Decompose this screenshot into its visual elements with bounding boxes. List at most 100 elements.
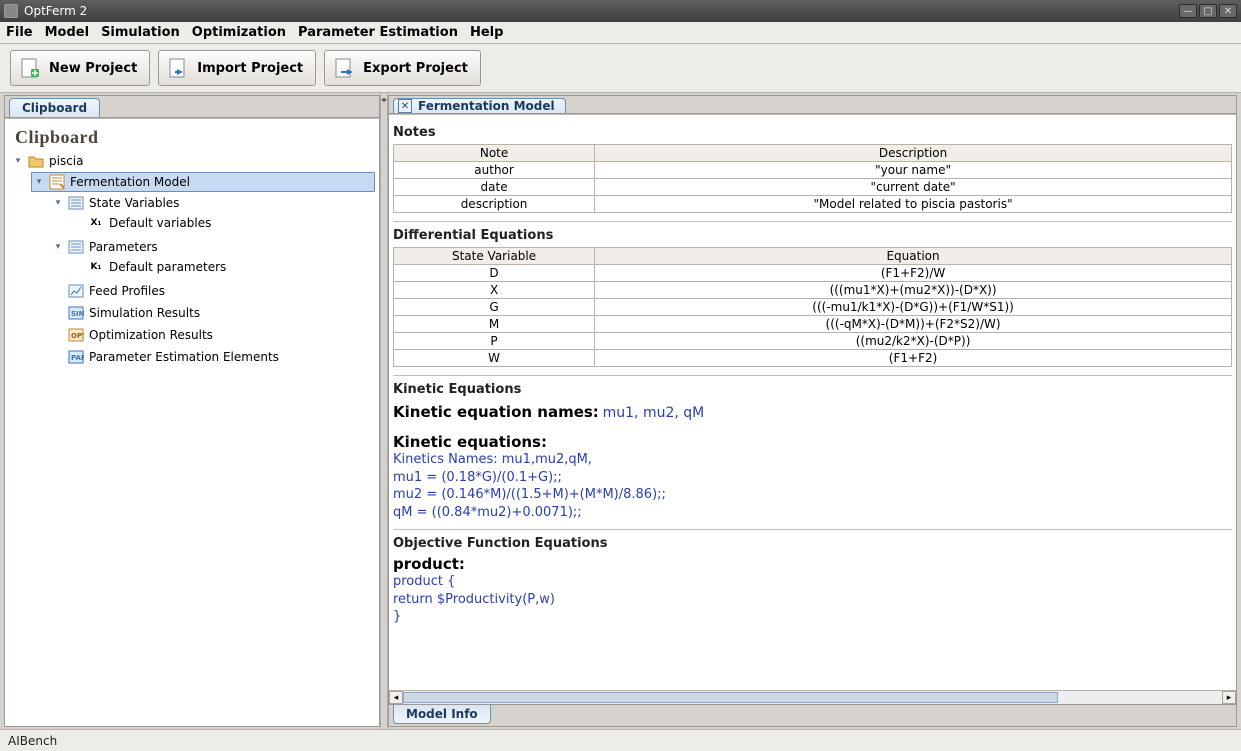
tree-fermentation-model-label: Fermentation Model — [70, 175, 190, 189]
table-row[interactable]: G(((-mu1/k1*X)-(D*G))+(F1/W*S1)) — [394, 299, 1232, 316]
table-row[interactable]: P((mu2/k2*X)-(D*P)) — [394, 333, 1232, 350]
model-icon — [48, 174, 66, 190]
objective-line-0: product { — [393, 573, 1232, 591]
section-kinetic: Kinetic Equations Kinetic equation names… — [393, 375, 1232, 529]
objective-line-2: } — [393, 608, 1232, 626]
section-diff-eq-title: Differential Equations — [393, 226, 1232, 247]
section-diff-eq: Differential Equations State Variable Eq… — [393, 221, 1232, 375]
section-objective-title: Objective Function Equations — [393, 534, 1232, 555]
tree-default-parameters[interactable]: K₁ Default parameters — [71, 258, 375, 276]
menu-model[interactable]: Model — [45, 25, 89, 40]
tree-optimization-results[interactable]: OPT Optimization Results — [51, 326, 375, 344]
tree-parameters[interactable]: ▾ Parameters — [51, 238, 375, 256]
close-window-button[interactable]: ✕ — [1219, 4, 1237, 18]
tab-model-info[interactable]: Model Info — [393, 705, 491, 724]
tree-parameters-label: Parameters — [89, 240, 158, 254]
table-row[interactable]: W(F1+F2) — [394, 350, 1232, 367]
feed-profiles-icon — [67, 283, 85, 299]
scroll-thumb[interactable] — [403, 692, 1058, 703]
import-project-label: Import Project — [197, 61, 303, 76]
tree-project[interactable]: ▾ piscia — [11, 152, 375, 170]
tab-close-button[interactable]: ✕ — [398, 99, 412, 113]
menu-parameter-estimation[interactable]: Parameter Estimation — [298, 25, 458, 40]
kn-icon: K₁ — [87, 259, 105, 275]
tree-state-variables-label: State Variables — [89, 196, 179, 210]
minimize-button[interactable]: — — [1179, 4, 1197, 18]
section-objective: Objective Function Equations product: pr… — [393, 529, 1232, 686]
export-project-icon — [333, 57, 355, 79]
table-row[interactable]: X(((mu1*X)+(mu2*X))-(D*X)) — [394, 282, 1232, 299]
diffeq-header-eq: Equation — [595, 248, 1232, 265]
table-row[interactable]: author "your name" — [394, 162, 1232, 179]
right-panel: ✕ Fermentation Model Notes Note Descript… — [388, 95, 1237, 727]
tree-toggle-icon[interactable]: ▾ — [53, 198, 63, 208]
scroll-track[interactable] — [403, 691, 1222, 704]
tree-default-parameters-label: Default parameters — [109, 260, 226, 274]
svg-text:OPT: OPT — [71, 332, 84, 340]
maximize-button[interactable]: ▢ — [1199, 4, 1217, 18]
project-tree: ▾ piscia ▾ F — [9, 150, 375, 372]
tab-clipboard[interactable]: Clipboard — [9, 98, 100, 117]
kinetic-eq-label: Kinetic equations: — [393, 433, 1232, 451]
tab-fermentation-model[interactable]: ✕ Fermentation Model — [393, 98, 566, 113]
menu-file[interactable]: File — [6, 25, 33, 40]
section-notes: Notes Note Description author "your name… — [393, 119, 1232, 221]
export-project-button[interactable]: Export Project — [324, 50, 481, 86]
tab-fermentation-model-label: Fermentation Model — [418, 99, 555, 113]
kinetic-line-0: Kinetics Names: mu1,mu2,qM, — [393, 451, 1232, 469]
tree-simulation-results[interactable]: SIM Simulation Results — [51, 304, 375, 322]
new-project-button[interactable]: New Project — [10, 50, 150, 86]
left-tab-header: Clipboard — [5, 96, 379, 118]
svg-text:PAR: PAR — [71, 354, 84, 362]
kinetic-names-label: Kinetic equation names: — [393, 403, 599, 421]
tree-feed-profiles[interactable]: Feed Profiles — [51, 282, 375, 300]
scroll-left-button[interactable]: ◂ — [389, 691, 403, 704]
tree-toggle-icon[interactable]: ▾ — [53, 242, 63, 252]
tree-parameter-estimation-elements-label: Parameter Estimation Elements — [89, 350, 279, 364]
section-notes-title: Notes — [393, 123, 1232, 144]
splitter-handle[interactable] — [380, 93, 388, 729]
tree-toggle-icon[interactable]: ▾ — [13, 156, 23, 166]
scroll-right-button[interactable]: ▸ — [1222, 691, 1236, 704]
xn-icon: X₁ — [87, 215, 105, 231]
import-project-icon — [167, 57, 189, 79]
variables-icon — [67, 195, 85, 211]
main-area: Clipboard Clipboard ▾ piscia — [0, 93, 1241, 729]
sim-icon: SIM — [67, 305, 85, 321]
table-row[interactable]: D(F1+F2)/W — [394, 265, 1232, 282]
objective-line-1: return $Productivity(P,w) — [393, 591, 1232, 609]
tree-fermentation-model[interactable]: ▾ Fermentation Model — [31, 172, 375, 192]
tree-feed-profiles-label: Feed Profiles — [89, 284, 165, 298]
tree-project-label: piscia — [49, 154, 84, 168]
new-project-label: New Project — [49, 61, 137, 76]
right-bottom-tab-row: Model Info — [389, 704, 1236, 726]
menu-optimization[interactable]: Optimization — [192, 25, 286, 40]
statusbar-text: AIBench — [8, 734, 57, 748]
right-tab-header: ✕ Fermentation Model — [389, 96, 1236, 114]
diff-eq-table: State Variable Equation D(F1+F2)/W X(((m… — [393, 247, 1232, 367]
notes-table: Note Description author "your name" date… — [393, 144, 1232, 213]
kinetic-line-2: mu2 = (0.146*M)/((1.5+M)+(M*M)/8.86);; — [393, 486, 1232, 504]
table-row[interactable]: date "current date" — [394, 179, 1232, 196]
titlebar: OptFerm 2 — ▢ ✕ — [0, 0, 1241, 22]
menu-help[interactable]: Help — [470, 25, 503, 40]
tree-toggle-icon[interactable]: ▾ — [34, 177, 44, 187]
menu-simulation[interactable]: Simulation — [101, 25, 180, 40]
table-row[interactable]: description "Model related to piscia pas… — [394, 196, 1232, 213]
kinetic-line-1: mu1 = (0.18*G)/(0.1+G);; — [393, 469, 1232, 487]
import-project-button[interactable]: Import Project — [158, 50, 316, 86]
left-content: Clipboard ▾ piscia ▾ — [5, 118, 379, 726]
tree-default-variables[interactable]: X₁ Default variables — [71, 214, 375, 232]
svg-text:SIM: SIM — [71, 310, 84, 318]
new-project-icon — [19, 57, 41, 79]
table-row[interactable]: M(((-qM*X)-(D*M))+(F2*S2)/W) — [394, 316, 1232, 333]
app-icon — [4, 4, 18, 18]
notes-header-note: Note — [394, 145, 595, 162]
tree-parameter-estimation-elements[interactable]: PAR Parameter Estimation Elements — [51, 348, 375, 366]
tree-default-variables-label: Default variables — [109, 216, 211, 230]
horizontal-scrollbar[interactable]: ◂ ▸ — [389, 690, 1236, 704]
kinetic-names-value: mu1, mu2, qM — [603, 405, 705, 421]
tree-state-variables[interactable]: ▾ State Variables — [51, 194, 375, 212]
folder-icon — [27, 153, 45, 169]
par-icon: PAR — [67, 349, 85, 365]
